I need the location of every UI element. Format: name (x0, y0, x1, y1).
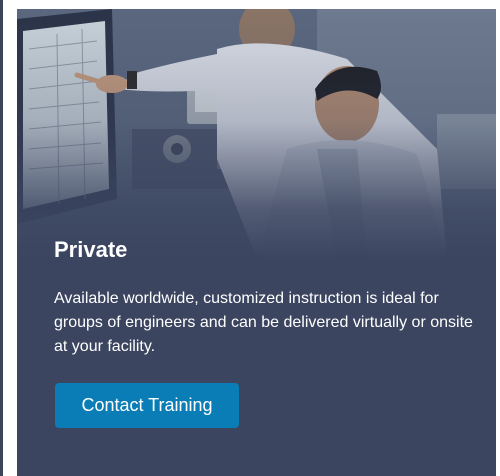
hero-gradient-overlay (17, 9, 496, 259)
card-title: Private (54, 237, 128, 262)
adjacent-card-edge (0, 0, 3, 476)
hero-photo-engineers-lab (17, 9, 496, 259)
contact-training-button[interactable]: Contact Training (55, 383, 239, 428)
card-description: Available worldwide, customized instruct… (54, 290, 473, 355)
training-card-private: Private Available worldwide, customized … (17, 9, 496, 476)
